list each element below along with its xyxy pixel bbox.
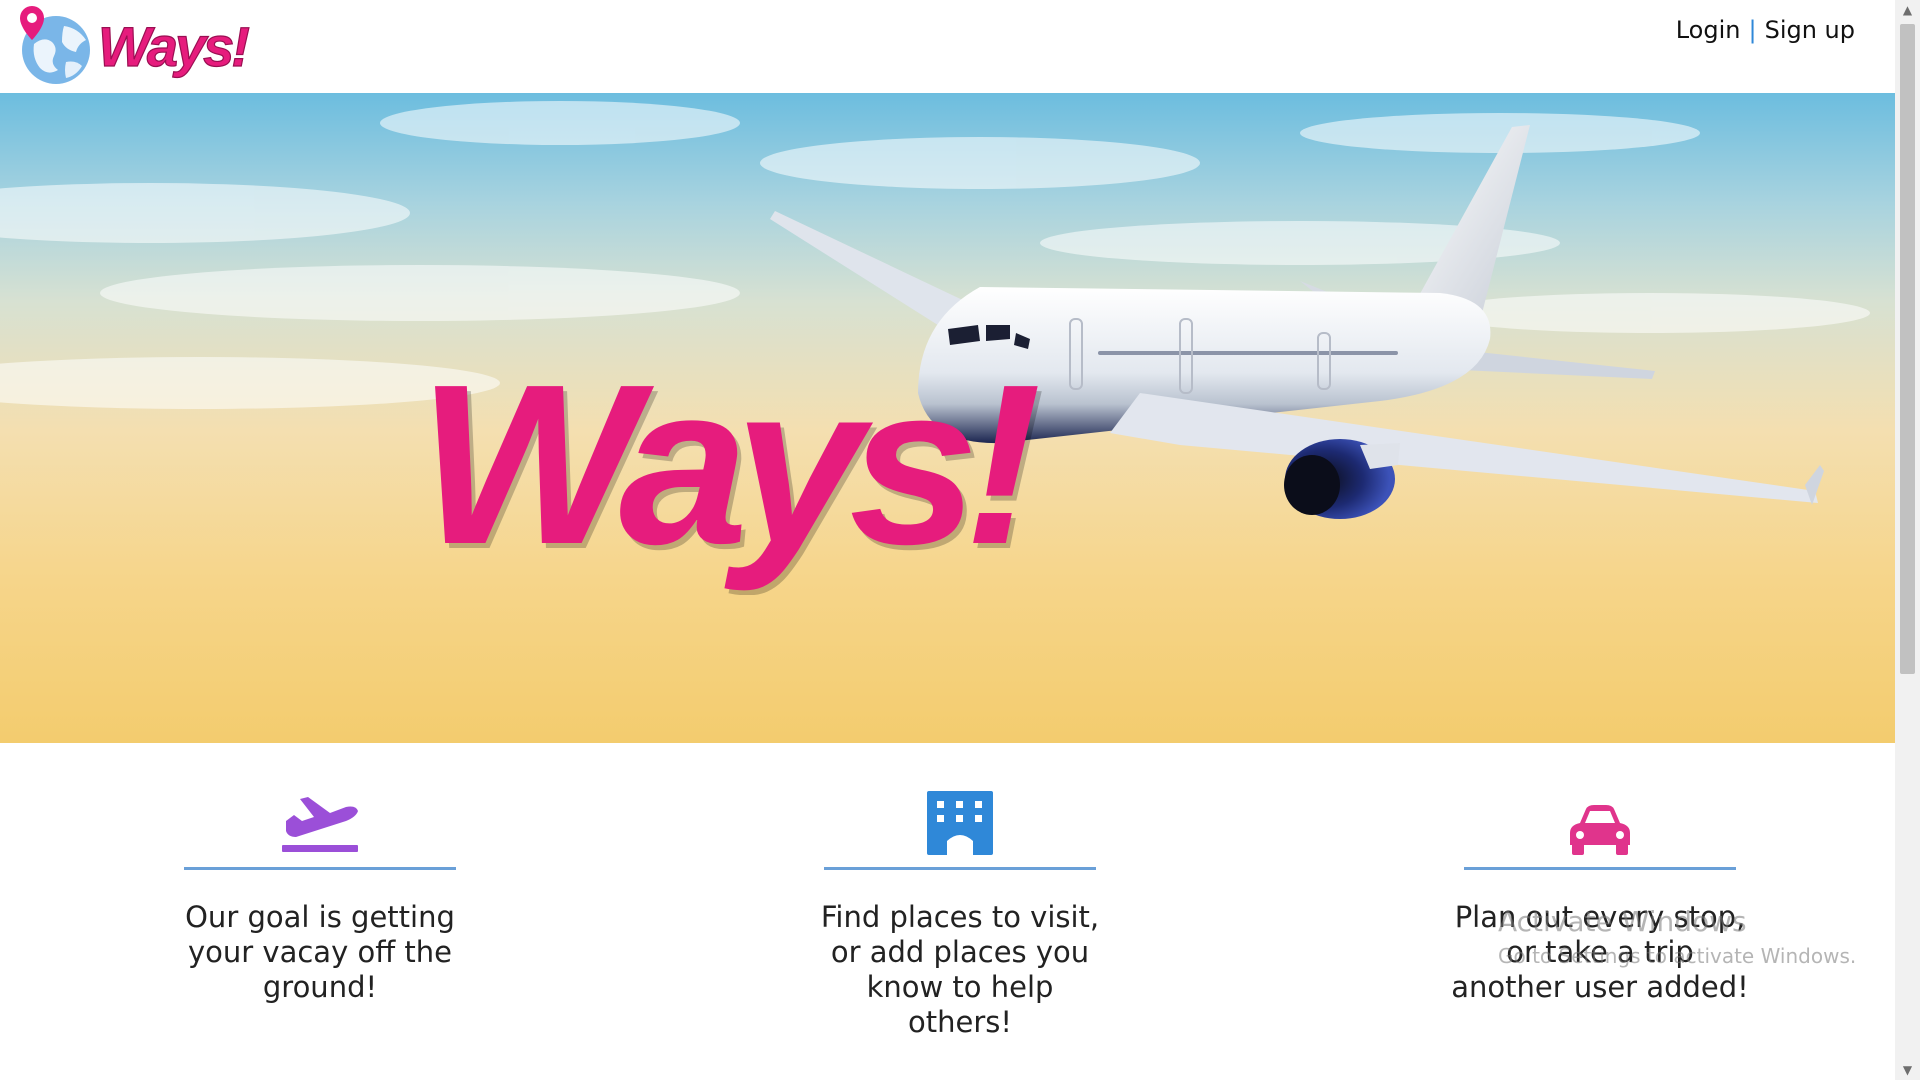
feature-card-travel: Our goal is getting your vacay off the g… [170, 783, 470, 1005]
login-link[interactable]: Login [1676, 16, 1741, 44]
ways-logo[interactable]: Ways! [18, 4, 268, 88]
feature-divider [824, 867, 1096, 870]
feature-card-plan: Plan out every stop, or take a trip anot… [1450, 783, 1750, 1005]
feature-divider [1464, 867, 1736, 870]
feature-divider [184, 867, 456, 870]
auth-links: Login | Sign up [1676, 16, 1855, 44]
car-icon [1570, 805, 1630, 855]
hero-banner: Ways! [0, 93, 1895, 743]
feature-text: Find places to visit, or add places you … [820, 900, 1100, 1039]
site-header: Ways! Login | Sign up [0, 0, 1895, 93]
scroll-up-arrow-icon[interactable]: ▲ [1895, 0, 1920, 20]
scrollbar-thumb[interactable] [1900, 24, 1915, 674]
hero-title: Ways! [418, 338, 1042, 592]
page-scrollbar[interactable]: ▲ ▼ [1895, 0, 1920, 1080]
feature-card-places: Find places to visit, or add places you … [810, 783, 1110, 1040]
plane-departure-icon [282, 797, 358, 852]
signup-link[interactable]: Sign up [1765, 16, 1855, 44]
feature-text: Our goal is getting your vacay off the g… [185, 900, 455, 1004]
logo-wordmark: Ways! [98, 15, 249, 78]
features-section: Our goal is getting your vacay off the g… [0, 743, 1895, 1080]
hotel-icon [927, 791, 993, 855]
auth-separator: | [1748, 16, 1757, 44]
feature-text: Plan out every stop, or take a trip anot… [1451, 900, 1749, 1004]
scroll-down-arrow-icon[interactable]: ▼ [1895, 1060, 1920, 1080]
